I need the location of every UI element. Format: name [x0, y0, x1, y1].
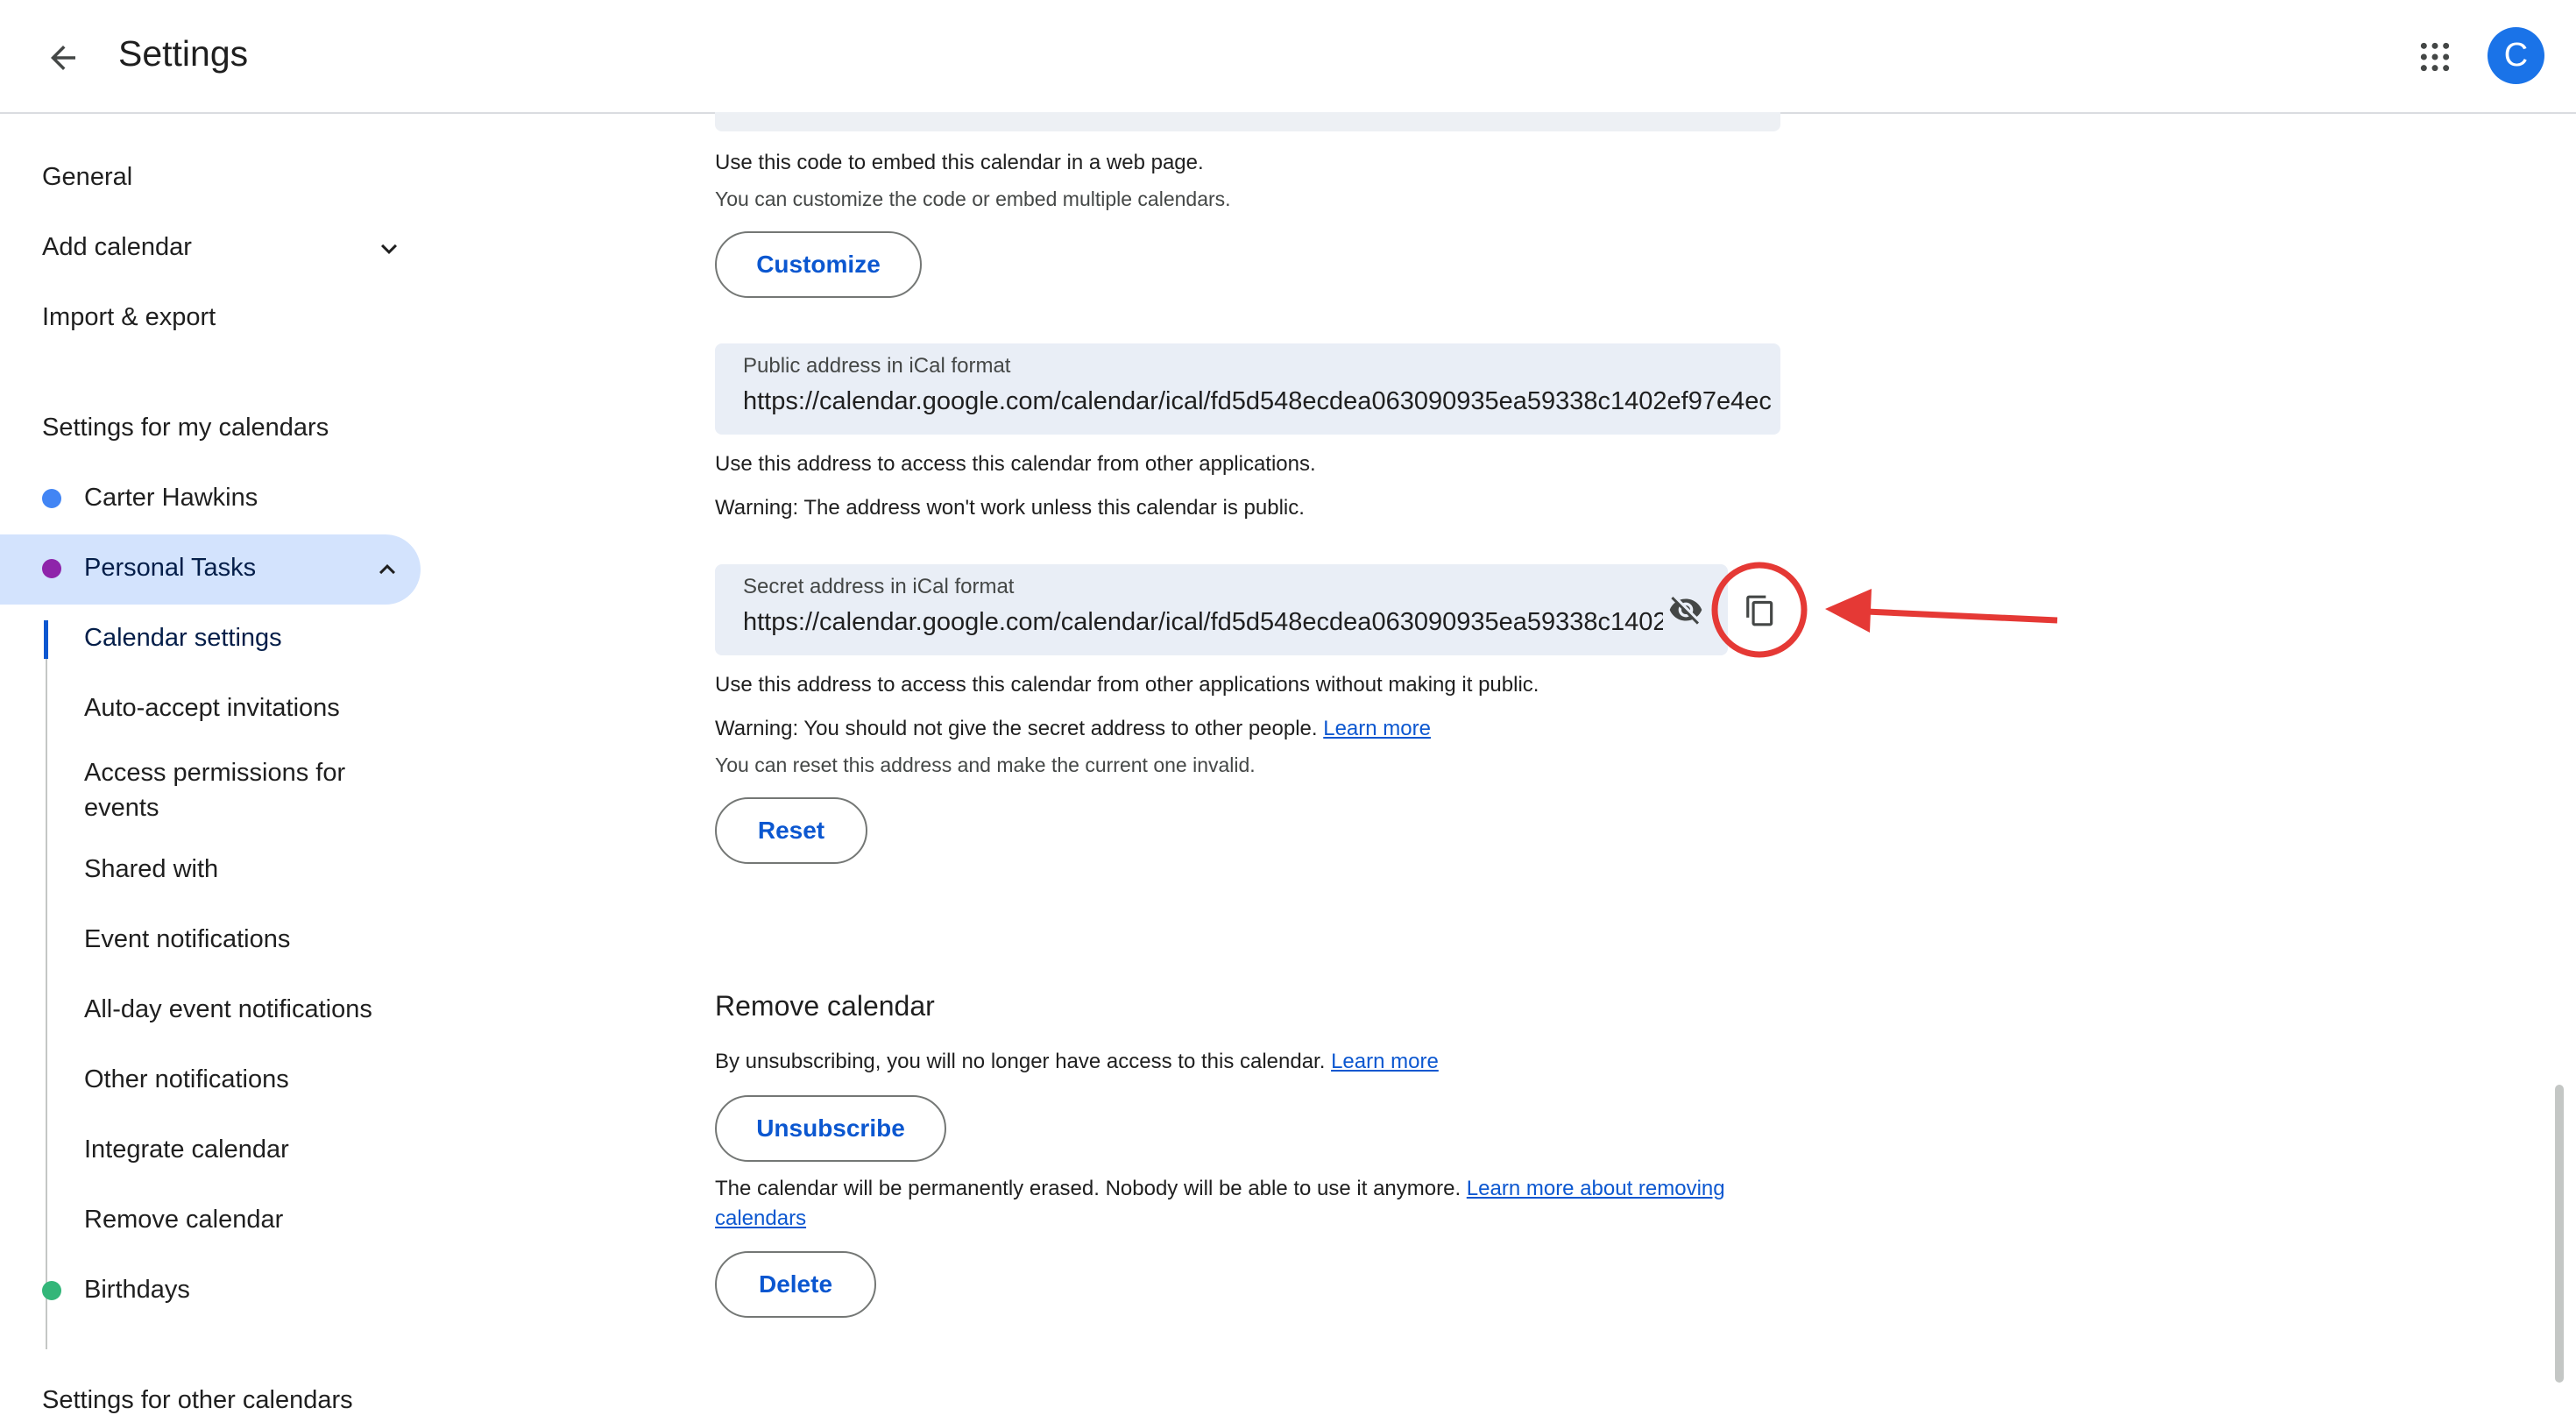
- secret-warning-text: Warning: You should not give the secret …: [715, 717, 1318, 740]
- scrollbar-thumb[interactable]: [2555, 1085, 2564, 1383]
- remove-calendar-title: Remove calendar: [715, 990, 935, 1022]
- delete-learn-more-link[interactable]: Learn more about removing: [1467, 1177, 1725, 1200]
- delete-button[interactable]: Delete: [715, 1251, 876, 1318]
- secret-ical-warning: Warning: You should not give the secret …: [715, 717, 1431, 741]
- secret-learn-more-link[interactable]: Learn more: [1323, 717, 1431, 740]
- unsubscribe-text: By unsubscribing, you will no longer hav…: [715, 1050, 1439, 1074]
- delete-description: The calendar will be permanently erased.…: [715, 1177, 1461, 1200]
- highlight-circle: [1711, 562, 1808, 658]
- unsubscribe-learn-more-link[interactable]: Learn more: [1331, 1050, 1439, 1073]
- annotation-arrow-head: [1825, 589, 1872, 633]
- delete-learn-more-link-cont[interactable]: calendars: [715, 1206, 806, 1230]
- reset-note: You can reset this address and make the …: [715, 753, 1256, 776]
- unsubscribe-button[interactable]: Unsubscribe: [715, 1095, 946, 1162]
- settings-content: Use this code to embed this calendar in …: [0, 0, 2576, 1398]
- annotation-arrow-shaft: [1865, 608, 2058, 624]
- unsubscribe-description: By unsubscribing, you will no longer hav…: [715, 1050, 1326, 1073]
- secret-ical-help: Use this address to access this calendar…: [715, 673, 1539, 697]
- delete-text: The calendar will be permanently erased.…: [715, 1174, 1766, 1234]
- reset-button[interactable]: Reset: [715, 797, 867, 864]
